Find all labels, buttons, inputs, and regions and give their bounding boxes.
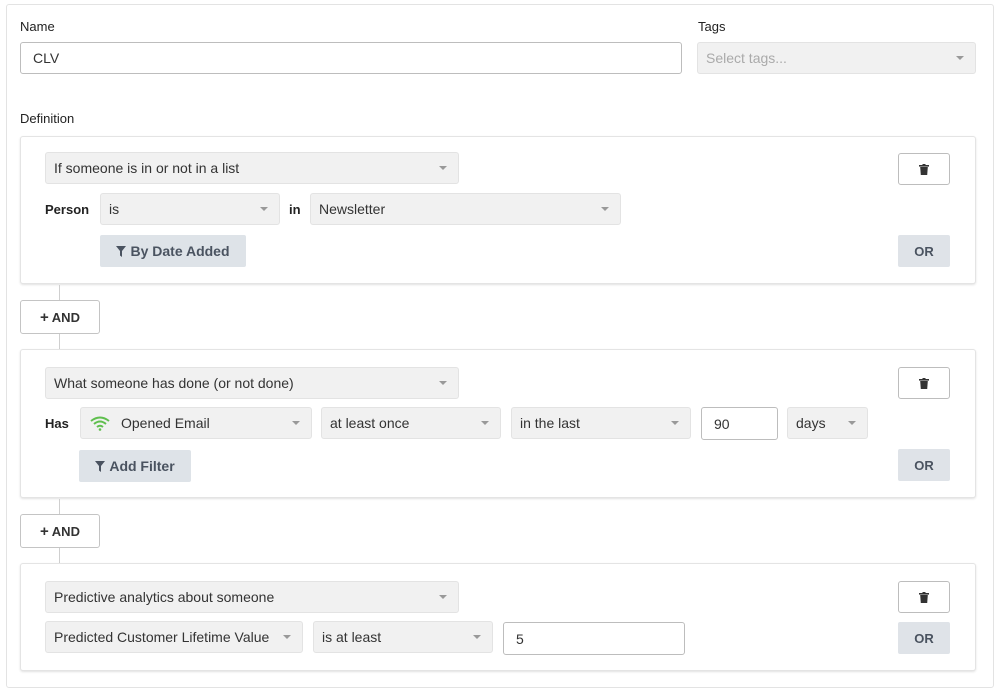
frequency-value: at least once	[330, 415, 409, 431]
chevron-down-icon	[481, 421, 489, 425]
metric-select[interactable]: Opened Email	[80, 407, 312, 439]
condition-type-value: If someone is in or not in a list	[54, 160, 239, 176]
add-and-button[interactable]: + AND	[20, 514, 100, 548]
filter-icon	[95, 461, 105, 472]
condition-type-select[interactable]: What someone has done (or not done)	[45, 367, 459, 399]
or-button[interactable]: OR	[898, 622, 950, 654]
and-label: AND	[52, 524, 80, 539]
delete-condition-button[interactable]	[898, 581, 950, 613]
or-label: OR	[914, 458, 934, 473]
chevron-down-icon	[848, 421, 856, 425]
definition-label: Definition	[20, 111, 74, 126]
in-connector-label: in	[289, 202, 301, 217]
list-value: Newsletter	[319, 201, 385, 217]
amount-input[interactable]: 90	[701, 407, 778, 440]
condition-type-select[interactable]: If someone is in or not in a list	[45, 152, 459, 184]
or-label: OR	[914, 244, 934, 259]
comparison-value: is at least	[322, 629, 381, 645]
filter-icon	[116, 246, 126, 257]
trash-icon	[919, 592, 929, 603]
trash-icon	[919, 164, 929, 175]
by-date-added-button[interactable]: By Date Added	[100, 235, 246, 267]
name-input-value: CLV	[33, 50, 59, 66]
frequency-select[interactable]: at least once	[321, 407, 501, 439]
unit-select[interactable]: days	[787, 407, 868, 439]
has-label: Has	[45, 416, 69, 431]
amount-value: 90	[714, 416, 730, 432]
chevron-down-icon	[283, 635, 291, 639]
trash-icon	[919, 378, 929, 389]
predictive-value: 5	[516, 631, 524, 647]
comparison-select[interactable]: is at least	[313, 621, 493, 653]
dimension-value: Predicted Customer Lifetime Value	[54, 629, 269, 645]
metric-value: Opened Email	[121, 415, 210, 431]
chevron-down-icon	[439, 166, 447, 170]
chevron-down-icon	[439, 595, 447, 599]
condition-card-predictive	[20, 563, 976, 671]
delete-condition-button[interactable]	[898, 367, 950, 399]
name-input[interactable]: CLV	[20, 42, 682, 74]
tags-label: Tags	[698, 19, 725, 34]
wifi-signal-icon	[89, 415, 111, 431]
person-operator-select[interactable]: is	[100, 193, 280, 225]
chevron-down-icon	[601, 207, 609, 211]
condition-type-value: Predictive analytics about someone	[54, 589, 274, 605]
delete-condition-button[interactable]	[898, 153, 950, 185]
or-label: OR	[914, 631, 934, 646]
condition-type-select[interactable]: Predictive analytics about someone	[45, 581, 459, 613]
plus-icon: +	[40, 524, 49, 539]
tags-select[interactable]: Select tags...	[697, 42, 976, 74]
timeframe-select[interactable]: in the last	[511, 407, 691, 439]
connector-line	[59, 499, 60, 514]
person-label: Person	[45, 202, 89, 217]
timeframe-value: in the last	[520, 415, 580, 431]
add-and-button[interactable]: + AND	[20, 300, 100, 334]
predictive-dimension-select[interactable]: Predicted Customer Lifetime Value	[45, 621, 303, 653]
condition-type-value: What someone has done (or not done)	[54, 375, 294, 391]
connector-line	[59, 548, 60, 563]
and-label: AND	[52, 310, 80, 325]
name-label: Name	[20, 19, 55, 34]
add-filter-button[interactable]: Add Filter	[79, 450, 191, 482]
chevron-down-icon	[439, 381, 447, 385]
chevron-down-icon	[473, 635, 481, 639]
chevron-down-icon	[956, 56, 964, 60]
chevron-down-icon	[671, 421, 679, 425]
add-filter-label: Add Filter	[109, 458, 174, 474]
or-button[interactable]: OR	[898, 449, 950, 481]
list-select[interactable]: Newsletter	[310, 193, 621, 225]
predictive-value-input[interactable]: 5	[503, 622, 685, 655]
or-button[interactable]: OR	[898, 235, 950, 267]
chevron-down-icon	[292, 421, 300, 425]
plus-icon: +	[40, 310, 49, 325]
operator-value: is	[109, 201, 119, 217]
chevron-down-icon	[260, 207, 268, 211]
connector-line	[59, 334, 60, 349]
connector-line	[59, 285, 60, 300]
unit-value: days	[796, 415, 826, 431]
by-date-added-label: By Date Added	[130, 243, 229, 259]
tags-placeholder: Select tags...	[706, 50, 787, 66]
